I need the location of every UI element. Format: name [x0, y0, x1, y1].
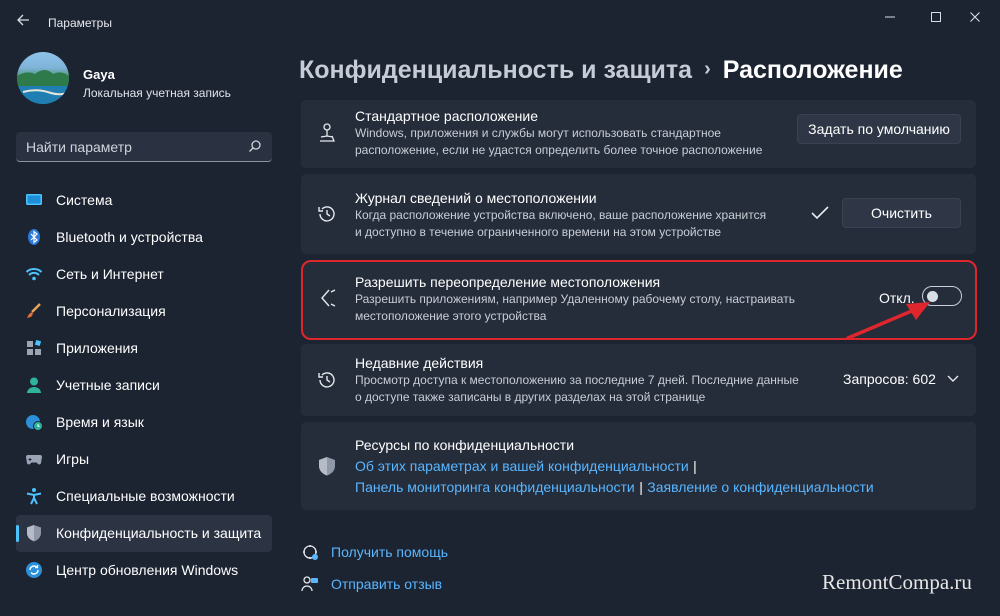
set-default-button[interactable]: Задать по умолчанию [797, 114, 961, 144]
sidebar-item-label: Конфиденциальность и защита [56, 525, 262, 541]
feedback-icon [301, 576, 318, 592]
default-location-desc-2: расположение, если не удастся определить… [355, 143, 763, 157]
search-placeholder: Найти параметр [26, 139, 132, 155]
sidebar-item-label: Bluetooth и устройства [56, 229, 203, 245]
sidebar-item-label: Приложения [56, 340, 138, 356]
get-help-link[interactable]: Получить помощь [331, 544, 448, 560]
gamepad-icon [26, 455, 42, 465]
privacy-resources-title: Ресурсы по конфиденциальности [355, 437, 575, 453]
shield-icon [319, 457, 335, 476]
about-privacy-link[interactable]: Об этих параметрах и вашей конфиденциаль… [355, 458, 689, 474]
shield-icon [27, 525, 41, 542]
search-input[interactable]: Найти параметр [16, 132, 272, 162]
sidebar-item-label: Сеть и Интернет [56, 266, 164, 282]
back-button[interactable] [12, 12, 34, 34]
close-button[interactable] [955, 6, 995, 28]
wifi-icon [25, 268, 43, 281]
maximize-button[interactable] [916, 6, 956, 28]
title-bar: Параметры [0, 0, 1000, 44]
sidebar-item-personalization[interactable]: Персонализация [16, 293, 272, 330]
recent-activity-title: Недавние действия [355, 355, 484, 371]
location-history-card: Журнал сведений о местоположении Когда р… [301, 174, 976, 254]
sidebar-item-apps[interactable]: Приложения [16, 330, 272, 367]
location-history-title: Журнал сведений о местоположении [355, 190, 597, 206]
send-feedback-link[interactable]: Отправить отзыв [331, 576, 442, 592]
sidebar-item-label: Время и язык [56, 414, 144, 430]
recent-activity-desc-2: о доступе также записаны в других раздел… [355, 390, 706, 404]
search-icon [249, 140, 261, 152]
recent-activity-card[interactable]: Недавние действия Просмотр доступа к мес… [301, 344, 976, 416]
link-separator: | [639, 479, 643, 495]
sidebar-item-accounts[interactable]: Учетные записи [16, 367, 272, 404]
sidebar-item-time-language[interactable]: Время и язык [16, 404, 272, 441]
account-icon [27, 377, 41, 393]
back-arrow-icon [17, 14, 29, 26]
sidebar-item-label: Специальные возможности [56, 488, 235, 504]
sidebar-item-label: Центр обновления Windows [56, 562, 239, 578]
sidebar-item-accessibility[interactable]: Специальные возможности [16, 478, 272, 515]
watermark: RemontCompa.ru [822, 570, 972, 594]
sidebar-item-label: Игры [56, 451, 90, 467]
bluetooth-icon [28, 229, 40, 245]
breadcrumb: Конфиденциальность и защита › Расположение [299, 56, 903, 85]
sidebar-item-system[interactable]: Система [16, 182, 272, 219]
maximize-icon [931, 12, 941, 22]
sidebar-item-gaming[interactable]: Игры [16, 441, 272, 478]
sidebar-item-bluetooth[interactable]: Bluetooth и устройства [16, 219, 272, 256]
requests-count: Запросов: 602 [843, 371, 936, 387]
sidebar-item-label: Система [56, 192, 113, 208]
help-icon [303, 545, 318, 560]
globe-clock-icon [26, 415, 43, 431]
default-location-desc-1: Windows, приложения и службы могут испол… [355, 126, 721, 140]
sidebar-item-label: Персонализация [56, 303, 166, 319]
sidebar-nav: Система Bluetooth и устройства Сеть и Ин… [16, 182, 272, 589]
location-history-desc-1: Когда расположение устройства включено, … [355, 208, 767, 222]
accessibility-icon [26, 488, 42, 505]
privacy-statement-link[interactable]: Заявление о конфиденциальности [647, 479, 873, 495]
app-title: Параметры [48, 16, 112, 30]
privacy-dashboard-link[interactable]: Панель мониторинга конфиденциальности [355, 479, 635, 495]
privacy-links-row-1: Об этих параметрах и вашей конфиденциаль… [355, 458, 697, 476]
account-type: Локальная учетная запись [83, 86, 231, 100]
page-title: Расположение [722, 56, 903, 84]
link-separator: | [693, 458, 697, 474]
user-name: Gaya [83, 67, 115, 82]
brush-icon [27, 303, 41, 318]
update-icon [26, 562, 42, 578]
history-icon [318, 372, 335, 388]
checkmark-icon [811, 206, 829, 220]
breadcrumb-parent[interactable]: Конфиденциальность и защита [299, 56, 692, 84]
breadcrumb-separator: › [704, 58, 711, 80]
default-location-title: Стандартное расположение [355, 108, 538, 124]
privacy-links-row-2: Панель мониторинга конфиденциальности | … [355, 479, 874, 497]
history-icon [318, 206, 335, 222]
minimize-icon [885, 16, 895, 18]
recent-activity-desc-1: Просмотр доступа к местоположению за пос… [355, 373, 799, 387]
close-icon [970, 12, 980, 22]
red-arrow-annotation [846, 302, 930, 340]
apps-icon [27, 339, 42, 355]
sidebar-item-label: Учетные записи [56, 377, 160, 393]
sidebar-item-windows-update[interactable]: Центр обновления Windows [16, 552, 272, 589]
privacy-resources-card: Ресурсы по конфиденциальности Об этих па… [301, 422, 976, 510]
avatar [17, 52, 69, 104]
clear-history-button[interactable]: Очистить [842, 198, 961, 228]
default-location-card: Стандартное расположение Windows, прилож… [301, 100, 976, 168]
minimize-button[interactable] [870, 6, 910, 28]
sidebar-item-privacy[interactable]: Конфиденциальность и защита [16, 515, 272, 552]
location-history-desc-2: и доступно в течение ограниченного време… [355, 225, 722, 239]
system-icon [26, 194, 42, 205]
sidebar-item-network[interactable]: Сеть и Интернет [16, 256, 272, 293]
location-pin-icon [320, 123, 335, 142]
chevron-down-icon[interactable] [947, 375, 959, 383]
